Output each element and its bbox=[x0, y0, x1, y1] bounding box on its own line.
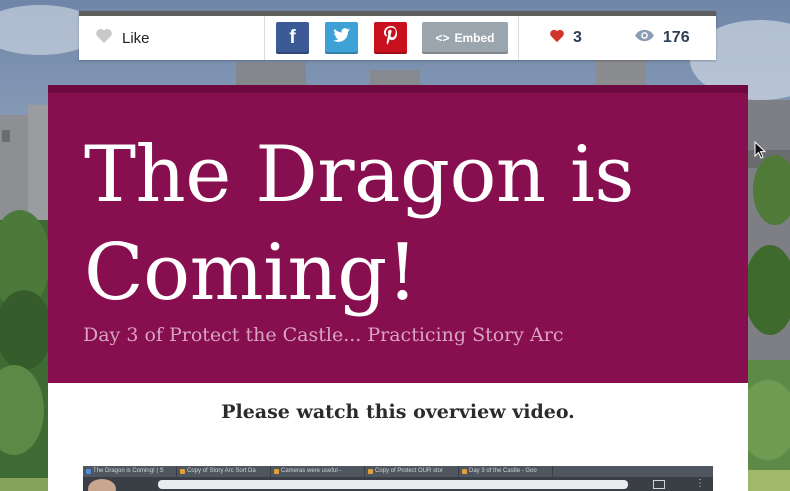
like-button[interactable]: Like bbox=[79, 16, 265, 60]
more-icon: ⋮ bbox=[695, 478, 705, 489]
video-tab: Day 3 of the Castle - Goo bbox=[459, 466, 553, 477]
video-address-bar bbox=[158, 480, 628, 489]
heart-icon bbox=[549, 29, 565, 48]
hero-header: The Dragon is Coming! Day 3 of Protect t… bbox=[48, 85, 748, 383]
views-stat: 176 bbox=[634, 29, 690, 47]
likes-count: 3 bbox=[573, 29, 582, 46]
video-embed[interactable]: The Dragon is Coming! | S Copy of Story … bbox=[83, 466, 713, 491]
window-icon bbox=[653, 480, 665, 489]
views-count: 176 bbox=[662, 29, 690, 46]
likes-stat: 3 bbox=[549, 29, 582, 48]
mouse-cursor-icon bbox=[754, 141, 766, 159]
like-label: Like bbox=[122, 29, 150, 47]
facebook-icon: f bbox=[289, 27, 296, 48]
video-tab: Cameras were useful - bbox=[271, 466, 365, 477]
twitter-share-button[interactable] bbox=[325, 22, 358, 54]
twitter-bird-icon bbox=[332, 28, 351, 48]
share-bar: Like f <> Embed 3 176 bbox=[79, 11, 716, 60]
presenter-avatar bbox=[88, 479, 116, 491]
page-subtitle: Day 3 of Protect the Castle... Practicin… bbox=[83, 324, 564, 346]
video-tab: Copy of Story Arc Sort Da bbox=[177, 466, 271, 477]
video-tab: The Dragon is Coming! | S bbox=[83, 466, 177, 477]
embed-label: Embed bbox=[454, 31, 495, 45]
pinterest-share-button[interactable] bbox=[374, 22, 407, 54]
content-section: Please watch this overview video. The Dr… bbox=[48, 383, 748, 491]
page-title: The Dragon is Coming! bbox=[84, 130, 634, 318]
video-tab: Copy of Protect OUR stor bbox=[365, 466, 459, 477]
embed-button[interactable]: <> Embed bbox=[422, 22, 508, 54]
heart-outline-icon bbox=[95, 28, 113, 49]
share-buttons: f <> Embed bbox=[265, 16, 519, 60]
facebook-share-button[interactable]: f bbox=[276, 22, 309, 54]
video-browser-tabs: The Dragon is Coming! | S Copy of Story … bbox=[83, 466, 713, 477]
post-stats: 3 176 bbox=[519, 16, 716, 60]
section-heading: Please watch this overview video. bbox=[221, 401, 575, 423]
pinterest-p-icon bbox=[383, 26, 398, 50]
code-icon: <> bbox=[435, 31, 450, 45]
eye-icon bbox=[634, 29, 655, 47]
